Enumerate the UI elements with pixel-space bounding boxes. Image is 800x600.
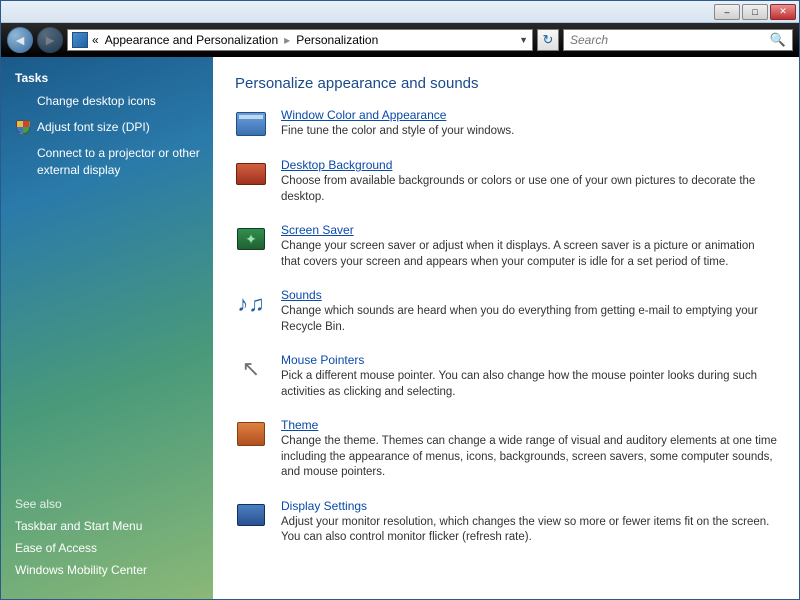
- entry-display-settings: Display Settings Adjust your monitor res…: [235, 499, 777, 546]
- breadcrumb-chevrons[interactable]: «: [92, 33, 99, 47]
- entry-desc: Change your screen saver or adjust when …: [281, 239, 777, 270]
- minimize-button[interactable]: –: [714, 4, 740, 20]
- entry-desktop-background: Desktop Background Choose from available…: [235, 158, 777, 205]
- search-icon[interactable]: 🔍: [770, 32, 786, 48]
- link-display-settings[interactable]: Display Settings: [281, 499, 367, 513]
- back-button[interactable]: ◄: [7, 27, 33, 53]
- entry-desc: Change the theme. Themes can change a wi…: [281, 434, 777, 481]
- seealso-windows-mobility-center[interactable]: Windows Mobility Center: [15, 563, 203, 577]
- task-change-desktop-icons[interactable]: Change desktop icons: [15, 93, 203, 109]
- forward-button[interactable]: ►: [37, 27, 63, 53]
- task-label: Adjust font size (DPI): [37, 119, 150, 135]
- task-label: Connect to a projector or other external…: [37, 145, 203, 177]
- link-screen-saver[interactable]: Screen Saver: [281, 223, 354, 237]
- blank-icon: [15, 93, 31, 109]
- entry-desc: Adjust your monitor resolution, which ch…: [281, 515, 777, 546]
- see-also-heading: See also: [15, 497, 203, 511]
- entry-desc: Fine tune the color and style of your wi…: [281, 124, 514, 140]
- navigation-bar: ◄ ► « Appearance and Personalization ▸ P…: [1, 23, 799, 57]
- sounds-icon: ♪♫: [235, 288, 267, 320]
- mouse-pointers-icon: ↖: [235, 353, 267, 385]
- display-settings-icon: [235, 499, 267, 531]
- entry-window-color: Window Color and Appearance Fine tune th…: [235, 108, 777, 140]
- link-mouse-pointers[interactable]: Mouse Pointers: [281, 353, 364, 367]
- close-button[interactable]: ✕: [770, 4, 796, 20]
- theme-icon: [235, 418, 267, 450]
- page-title: Personalize appearance and sounds: [235, 75, 777, 92]
- control-panel-window: – □ ✕ ◄ ► « Appearance and Personalizati…: [0, 0, 800, 600]
- body: Tasks Change desktop icons Adjust font s…: [1, 57, 799, 599]
- refresh-button[interactable]: ↻: [537, 29, 559, 51]
- desktop-background-icon: [235, 158, 267, 190]
- seealso-taskbar-start-menu[interactable]: Taskbar and Start Menu: [15, 519, 203, 533]
- entry-screen-saver: ✦ Screen Saver Change your screen saver …: [235, 223, 777, 270]
- entry-theme: Theme Change the theme. Themes can chang…: [235, 418, 777, 481]
- sidebar: Tasks Change desktop icons Adjust font s…: [1, 57, 213, 599]
- breadcrumb-part[interactable]: Appearance and Personalization: [105, 33, 278, 47]
- link-theme[interactable]: Theme: [281, 418, 318, 432]
- screen-saver-icon: ✦: [235, 223, 267, 255]
- link-window-color[interactable]: Window Color and Appearance: [281, 108, 446, 122]
- search-input[interactable]: [570, 33, 770, 47]
- titlebar[interactable]: – □ ✕: [1, 1, 799, 23]
- seealso-ease-of-access[interactable]: Ease of Access: [15, 541, 203, 555]
- maximize-button[interactable]: □: [742, 4, 768, 20]
- search-box[interactable]: 🔍: [563, 29, 793, 51]
- content-pane: Personalize appearance and sounds Window…: [213, 57, 799, 599]
- breadcrumb: « Appearance and Personalization ▸ Perso…: [92, 33, 378, 47]
- task-connect-projector[interactable]: Connect to a projector or other external…: [15, 145, 203, 177]
- window-color-icon: [235, 108, 267, 140]
- task-label: Change desktop icons: [37, 93, 156, 109]
- address-dropdown-icon[interactable]: ▼: [519, 35, 528, 45]
- breadcrumb-part[interactable]: Personalization: [296, 33, 378, 47]
- link-sounds[interactable]: Sounds: [281, 288, 322, 302]
- entry-desc: Change which sounds are heard when you d…: [281, 304, 777, 335]
- window-controls: – □ ✕: [714, 4, 796, 20]
- entry-desc: Pick a different mouse pointer. You can …: [281, 369, 777, 400]
- link-desktop-background[interactable]: Desktop Background: [281, 158, 392, 172]
- shield-icon: [15, 119, 31, 135]
- breadcrumb-separator-icon[interactable]: ▸: [284, 33, 290, 47]
- address-bar[interactable]: « Appearance and Personalization ▸ Perso…: [67, 29, 533, 51]
- entry-desc: Choose from available backgrounds or col…: [281, 174, 777, 205]
- tasks-heading: Tasks: [15, 71, 203, 85]
- blank-icon: [15, 145, 31, 161]
- entry-mouse-pointers: ↖ Mouse Pointers Pick a different mouse …: [235, 353, 777, 400]
- location-icon: [72, 32, 88, 48]
- entry-sounds: ♪♫ Sounds Change which sounds are heard …: [235, 288, 777, 335]
- task-adjust-font-size[interactable]: Adjust font size (DPI): [15, 119, 203, 135]
